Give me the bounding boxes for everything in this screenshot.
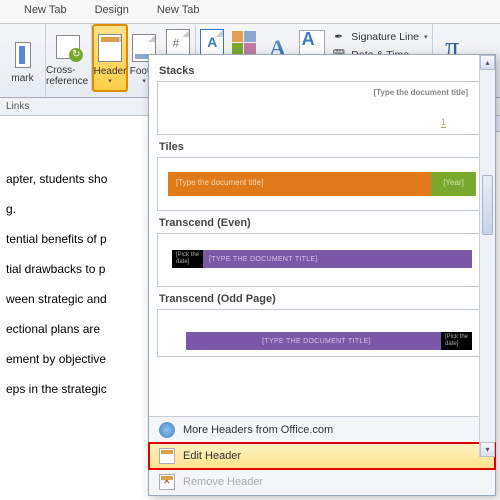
gallery-footer-menu: More Headers from Office.com Edit Header… xyxy=(149,416,495,495)
tab-newtab-2[interactable]: New Tab xyxy=(143,0,214,23)
scroll-thumb[interactable] xyxy=(482,175,493,235)
scroll-down-button[interactable]: ▾ xyxy=(480,442,495,457)
placeholder-text: [TYPE THE DOCUMENT TITLE] xyxy=(256,338,371,345)
doc-text: ween strategic and xyxy=(6,292,150,306)
doc-text: ement by objective xyxy=(6,352,150,366)
gallery-scrollbar[interactable]: ▴ ▾ xyxy=(479,55,495,457)
placeholder-text: [Type the document title] xyxy=(168,172,431,196)
signature-icon: ✒ xyxy=(331,29,346,44)
more-headers-menu-item[interactable]: More Headers from Office.com xyxy=(149,417,495,443)
page-num-placeholder: 1 xyxy=(441,117,446,128)
remove-header-icon xyxy=(159,474,175,490)
tab-design[interactable]: Design xyxy=(81,0,143,23)
tab-newtab-1[interactable]: New Tab xyxy=(10,0,81,23)
text-box-icon xyxy=(197,28,227,58)
edit-header-menu-item[interactable]: Edit Header xyxy=(149,443,495,469)
gallery-item-tiles[interactable]: [Type the document title] [Year] xyxy=(157,157,487,211)
ribbon-tabs: New Tab Design New Tab xyxy=(0,0,500,24)
doc-text: g. xyxy=(6,202,150,216)
scroll-up-button[interactable]: ▴ xyxy=(480,55,495,70)
quick-parts-icon xyxy=(229,28,259,58)
cross-reference-icon: ↻ xyxy=(53,32,83,62)
doc-text: ectional plans are xyxy=(6,322,150,336)
globe-icon xyxy=(159,422,175,438)
chevron-down-icon: ▾ xyxy=(108,77,112,85)
cross-reference-button[interactable]: ↻ Cross-reference xyxy=(46,24,92,92)
doc-text: tential benefits of p xyxy=(6,232,150,246)
remove-header-menu-item: Remove Header xyxy=(149,469,495,495)
placeholder-text: [Type the document title] xyxy=(373,88,468,97)
header-gallery-dropdown: Stacks [Type the document title] 1 Tiles… xyxy=(148,54,496,496)
gallery-section-title: Transcend (Odd Page) xyxy=(159,293,487,305)
gallery-section-title: Stacks xyxy=(159,65,487,77)
header-gallery: Stacks [Type the document title] 1 Tiles… xyxy=(149,55,495,416)
doc-text: apter, students sho xyxy=(6,172,150,186)
signature-line-button[interactable]: ✒Signature Line ▾ xyxy=(331,29,427,44)
header-button[interactable]: Header ▾ xyxy=(92,24,129,92)
doc-text: tial drawbacks to p xyxy=(6,262,150,276)
doc-text: eps in the strategic xyxy=(6,382,150,396)
gallery-section-title: Transcend (Even) xyxy=(159,217,487,229)
page-number-icon xyxy=(163,28,193,58)
header-icon xyxy=(95,33,125,63)
year-placeholder: [Year] xyxy=(431,172,476,196)
gallery-item-stacks[interactable]: [Type the document title] 1 xyxy=(157,81,487,135)
bookmark-icon xyxy=(8,40,38,70)
placeholder-text: [TYPE THE DOCUMENT TITLE] xyxy=(203,256,318,263)
gallery-item-transcend-odd[interactable]: [TYPE THE DOCUMENT TITLE] [Pick the date… xyxy=(157,309,487,357)
document-body[interactable]: apter, students sho g. tential benefits … xyxy=(0,116,150,500)
date-placeholder: [Pick the date] xyxy=(441,332,472,350)
gallery-section-title: Tiles xyxy=(159,141,487,153)
bookmark-button[interactable]: mark xyxy=(5,27,40,94)
gallery-item-transcend-even[interactable]: [Pick the date] [TYPE THE DOCUMENT TITLE… xyxy=(157,233,487,287)
date-placeholder: [Pick the date] xyxy=(172,250,203,268)
drop-cap-icon xyxy=(297,28,327,58)
edit-header-icon xyxy=(159,448,175,464)
